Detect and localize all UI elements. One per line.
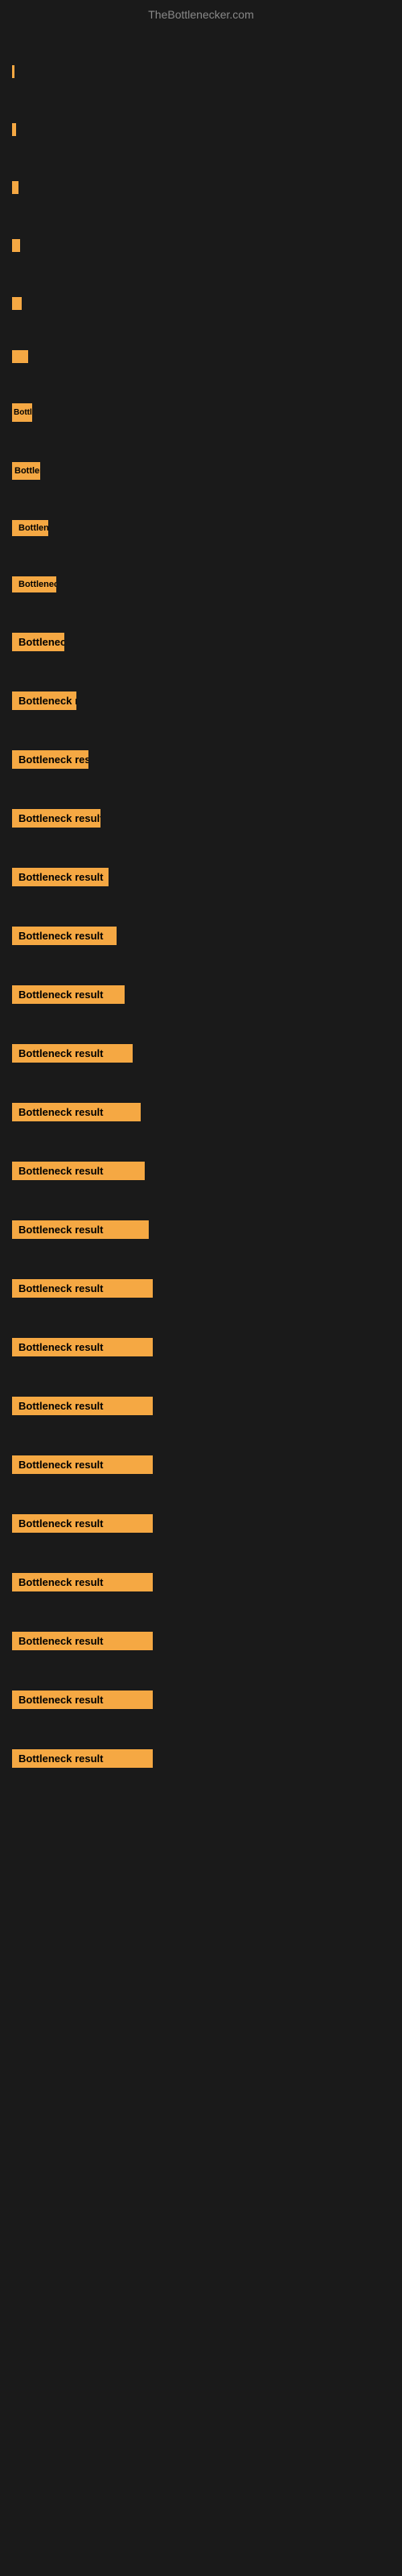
list-item: Bottleneck result [12,403,390,422]
list-item: Bottleneck result [12,181,390,194]
bottleneck-result-label: Bottleneck result [12,1749,153,1768]
bottleneck-result-label: Bottleneck result [12,1573,153,1591]
list-item: Bottleneck result [12,462,390,480]
bottleneck-result-label: Bottleneck result [12,1162,145,1180]
list-item: Bottleneck result [12,1397,390,1415]
bottleneck-result-label: Bottleneck result [12,576,56,592]
list-item: Bottleneck result [12,1103,390,1121]
list-item: Bottleneck result [12,576,390,592]
main-container: Bottleneck result Bottleneck result Bottle… [0,25,402,1782]
bottleneck-result-label: Bottleneck result [12,750,88,769]
bottleneck-result-label: Bottleneck result [12,65,14,78]
bottleneck-result-label: Bottleneck result [12,1220,149,1239]
bottleneck-result-label: Bottleneck result [12,633,64,651]
list-item: Bottleneck result [12,123,390,136]
bottleneck-result-label: Bottleneck result [12,1338,153,1356]
bottleneck-result-label: Bottleneck result [12,403,32,422]
list-item: Bottleneck result [12,633,390,651]
list-item: Bottleneck result [12,297,390,310]
bottleneck-result-label: Bottleneck result [12,1632,153,1650]
bottleneck-result-label: Bottleneck result [12,868,109,886]
list-item: Bottleneck result [12,1044,390,1063]
list-item: Bottleneck result [12,1632,390,1650]
list-item: Bottleneck result [12,1220,390,1239]
list-item: Bottleneck result [12,1573,390,1591]
bottleneck-result-label: Bottleneck result [12,462,40,480]
bottleneck-result-label: Bottleneck result [12,1690,153,1709]
list-item: Bottleneck result [12,1338,390,1356]
list-item: Bottleneck result [12,691,390,710]
list-item: Bottleneck result [12,868,390,886]
list-item: Bottleneck result [12,985,390,1004]
site-title: TheBottlenecker.com [0,0,402,25]
site-title-wrapper: TheBottlenecker.com [0,0,402,25]
list-item: Bottleneck result [12,1162,390,1180]
list-item: Bottleneck result [12,350,390,363]
list-item: Bottleneck result [12,239,390,252]
bottleneck-result-label: Bottleneck result [12,985,125,1004]
bottleneck-result-label: Bottleneck result [12,1279,153,1298]
list-item: Bottleneck result [12,520,390,536]
bottleneck-result-label: Bottleneck result [12,691,76,710]
list-item: Bottleneck result [12,809,390,828]
bottleneck-result-label: Bottleneck result [12,520,48,536]
bottleneck-result-label: Bottleneck result [12,297,22,310]
bottleneck-result-label: Bottleneck result [12,350,28,363]
bottleneck-result-label: Bottleneck result [12,1455,153,1474]
bottleneck-result-label: Bottleneck result [12,927,117,945]
list-item: Bottleneck result [12,1279,390,1298]
bottleneck-result-label: Bottleneck result [12,1044,133,1063]
bottleneck-result-label: Bottleneck result [12,809,100,828]
bottleneck-result-label: Bottleneck result [12,239,20,252]
list-item: Bottleneck result [12,1690,390,1709]
bottleneck-result-label: Bottleneck result [12,181,18,194]
list-item: Bottleneck result [12,1749,390,1768]
bottleneck-result-label: Bottleneck result [12,123,16,136]
bottleneck-result-label: Bottleneck result [12,1514,153,1533]
list-item: Bottleneck result [12,750,390,769]
list-item: Bottleneck result [12,1514,390,1533]
bottleneck-result-label: Bottleneck result [12,1103,141,1121]
list-item: Bottleneck result [12,927,390,945]
list-item: Bottleneck result [12,65,390,78]
bottleneck-result-label: Bottleneck result [12,1397,153,1415]
list-item: Bottleneck result [12,1455,390,1474]
